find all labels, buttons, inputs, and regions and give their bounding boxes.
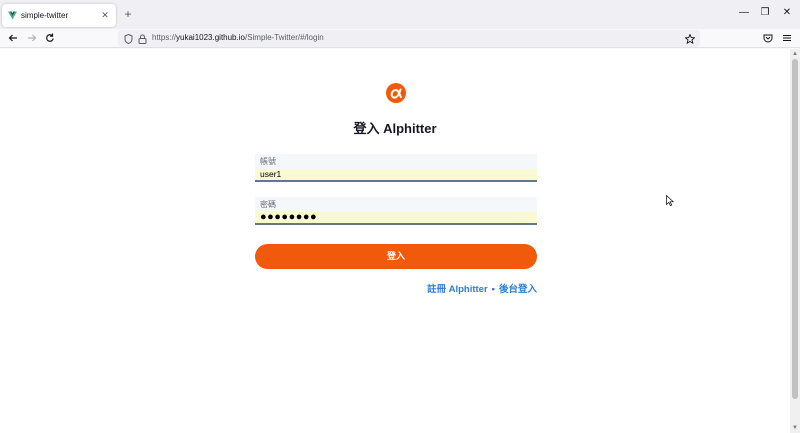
footer-links: 註冊 Alphitter • 後台登入 xyxy=(427,281,537,295)
link-separator: • xyxy=(491,284,495,295)
address-bar[interactable]: https://yukai1023.github.io/Simple-Twitt… xyxy=(118,30,700,47)
mouse-cursor-icon xyxy=(666,193,675,207)
scroll-down-icon[interactable]: ▼ xyxy=(791,424,799,432)
url-text[interactable]: https://yukai1023.github.io/Simple-Twitt… xyxy=(152,33,324,42)
minimize-icon[interactable]: — xyxy=(737,7,751,18)
alphitter-logo-icon xyxy=(385,82,407,104)
browser-tab[interactable]: simple-twitter ✕ xyxy=(2,4,116,27)
url-scheme: https:// xyxy=(152,33,177,42)
back-icon[interactable] xyxy=(6,31,20,45)
page-content: 登入 Alphitter 帳號 user1 密碼 ●●●●●●●● 登入 註冊 … xyxy=(0,49,790,433)
tab-title: simple-twitter xyxy=(21,11,69,20)
scrollbar-thumb[interactable] xyxy=(792,59,798,399)
forward-icon[interactable] xyxy=(25,31,39,45)
account-label: 帳號 xyxy=(260,157,276,166)
vertical-scrollbar[interactable]: ▲ ▼ xyxy=(790,49,800,433)
password-input[interactable]: ●●●●●●●● xyxy=(255,212,537,223)
new-tab-icon[interactable]: + xyxy=(122,7,134,21)
nav-toolbar: https://yukai1023.github.io/Simple-Twitt… xyxy=(0,29,800,48)
tab-strip: simple-twitter ✕ + — ❐ ✕ xyxy=(0,0,800,29)
window-close-icon[interactable]: ✕ xyxy=(780,7,794,18)
lock-icon[interactable] xyxy=(137,33,148,44)
url-path: /Simple-Twitter/#/login xyxy=(244,33,324,42)
login-button[interactable]: 登入 xyxy=(255,244,537,269)
shield-icon[interactable] xyxy=(123,33,134,44)
password-field[interactable]: 密碼 ●●●●●●●● xyxy=(255,197,537,225)
tab-close-icon[interactable]: ✕ xyxy=(100,10,110,21)
bookmark-star-icon[interactable] xyxy=(684,33,695,44)
menu-icon[interactable] xyxy=(780,31,794,45)
password-label: 密碼 xyxy=(260,200,276,209)
account-input[interactable]: user1 xyxy=(255,169,537,180)
pocket-icon[interactable] xyxy=(761,31,775,45)
admin-login-link[interactable]: 後台登入 xyxy=(499,284,537,295)
vue-logo-icon xyxy=(8,11,17,20)
url-host: yukai1023.github.io xyxy=(176,33,245,42)
restore-icon[interactable]: ❐ xyxy=(758,7,772,18)
account-field[interactable]: 帳號 user1 xyxy=(255,154,537,182)
scroll-up-icon[interactable]: ▲ xyxy=(791,50,799,58)
reload-icon[interactable] xyxy=(43,31,57,45)
register-link[interactable]: 註冊 Alphitter xyxy=(427,284,488,295)
page-title: 登入 Alphitter xyxy=(353,121,437,136)
